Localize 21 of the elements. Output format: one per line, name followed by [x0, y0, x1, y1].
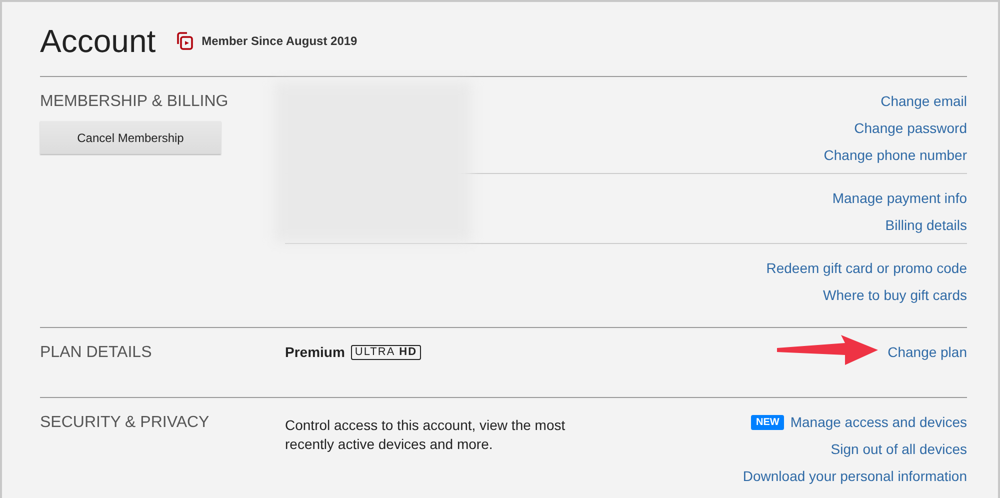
cancel-membership-button[interactable]: Cancel Membership [40, 121, 221, 154]
account-link[interactable]: Change email [880, 88, 967, 115]
new-badge: NEW [750, 415, 784, 430]
account-link[interactable]: Sign out of all devices [830, 436, 967, 463]
account-link[interactable]: Change plan [888, 339, 967, 366]
section-heading: PLAN DETAILS [40, 343, 153, 363]
account-link[interactable]: Change phone number [824, 142, 967, 169]
account-link[interactable]: Redeem gift card or promo code [766, 255, 967, 282]
account-link[interactable]: Change password [854, 115, 967, 142]
ultra-hd-badge: ULTRA HD [350, 345, 422, 360]
section-heading: SECURITY & PRIVACY [40, 413, 210, 433]
account-link[interactable]: Where to buy gift cards [823, 282, 967, 309]
page-title: Account [40, 22, 156, 61]
account-link[interactable]: Download your personal information [742, 463, 967, 490]
account-link[interactable]: Manage access and devices [790, 409, 967, 436]
plan-name: Premium [285, 343, 345, 362]
account-link[interactable]: Manage payment info [832, 185, 967, 212]
section-heading: MEMBERSHIP & BILLING [40, 92, 230, 112]
member-since-text: Member Since August 2019 [202, 34, 358, 48]
section-description: Control access to this account, view the most recently active devices and more. [285, 416, 566, 454]
account-link[interactable]: Billing details [885, 212, 967, 239]
